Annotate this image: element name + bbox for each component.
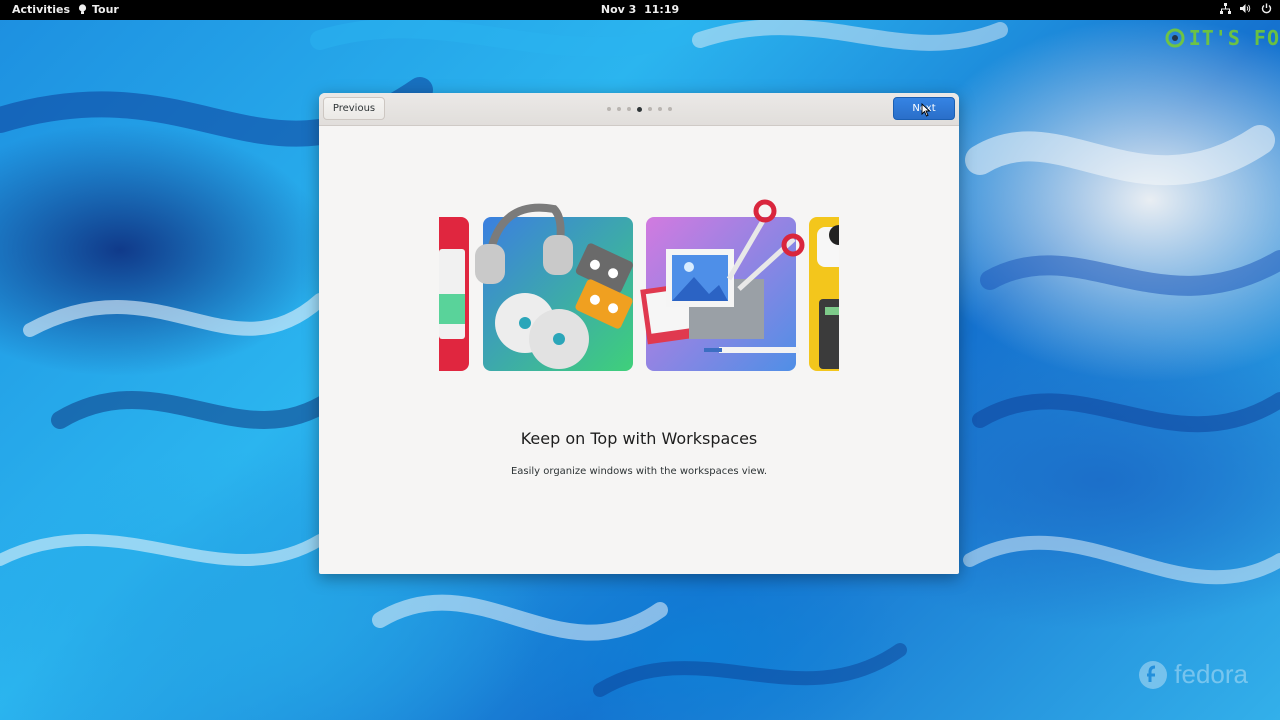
logo-icon	[1165, 28, 1185, 48]
clock[interactable]: Nov 3 11:19	[0, 3, 1280, 16]
fedora-text: fedora	[1174, 659, 1248, 689]
header-bar: Previous Next	[319, 93, 959, 126]
top-bar: Activities Tour Nov 3 11:19	[0, 0, 1280, 20]
watermark-text: IT'S FO	[1188, 26, 1280, 50]
page-dot[interactable]	[617, 107, 621, 111]
mouse-cursor-icon	[921, 103, 931, 117]
power-icon	[1261, 3, 1272, 14]
its-foss-watermark: IT'S FO	[1165, 26, 1280, 50]
page-dot[interactable]	[648, 107, 652, 111]
workspaces-illustration	[439, 199, 839, 371]
volume-icon	[1240, 4, 1251, 13]
page-dot[interactable]	[668, 107, 672, 111]
system-tray[interactable]	[1220, 3, 1272, 14]
page-dot[interactable]	[607, 107, 611, 111]
fedora-logo-icon	[1139, 660, 1168, 689]
tour-window: Previous Next	[319, 93, 959, 574]
page-dot[interactable]	[627, 107, 631, 111]
slide-description: Easily organize windows with the workspa…	[510, 466, 768, 477]
clock-time: 11:19	[644, 3, 680, 16]
page-dot[interactable]	[658, 107, 662, 111]
network-icon	[1220, 3, 1231, 14]
fedora-watermark: fedora	[1138, 659, 1248, 690]
page-indicator	[607, 106, 672, 112]
slide-title: Keep on Top with Workspaces	[520, 429, 758, 448]
previous-button[interactable]: Previous	[323, 97, 385, 120]
clock-date: Nov 3	[600, 3, 637, 16]
page-dot-active[interactable]	[637, 106, 642, 112]
